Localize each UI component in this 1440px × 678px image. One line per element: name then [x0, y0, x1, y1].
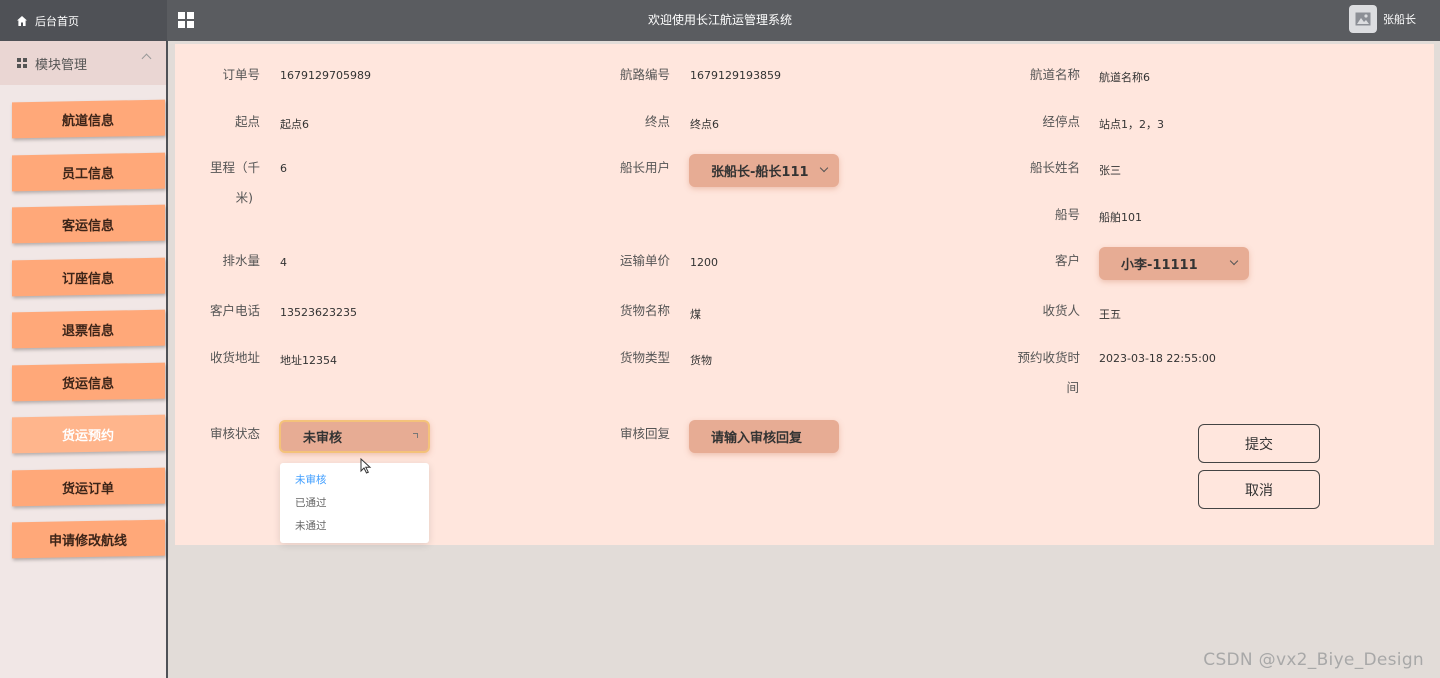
channel-name-label: 航道名称 [1029, 67, 1080, 82]
customer-select[interactable]: 小李-11111 [1099, 247, 1249, 280]
home-link[interactable]: 后台首页 [0, 0, 167, 41]
captain-user-select[interactable]: 张船长-船长111 [689, 154, 839, 187]
submit-button[interactable]: 提交 [1198, 424, 1320, 463]
sidebar-item-label: 航道信息 [62, 113, 115, 129]
review-status-value: 未审核 [303, 431, 343, 446]
sidebar-item-freight-info[interactable]: 货运信息 [12, 362, 165, 402]
sidebar-item-label: 员工信息 [62, 166, 115, 182]
avatar [1349, 5, 1377, 33]
page-title: 欢迎使用长江航运管理系统 [647, 13, 792, 27]
stops-value: 站点1，2，3 [1099, 118, 1164, 131]
mouse-cursor-icon [360, 458, 372, 474]
sidebar-item-passenger-info[interactable]: 客运信息 [12, 204, 165, 244]
mileage-label-line1: 里程（千 [209, 160, 260, 175]
sidebar-item-label: 订座信息 [62, 271, 115, 287]
captain-name-value: 张三 [1099, 164, 1121, 177]
option-approved[interactable]: 已通过 [280, 492, 429, 515]
sidebar-item-booking-info[interactable]: 订座信息 [12, 257, 165, 297]
sidebar-item-freight-reservation[interactable]: 货运预约 [12, 414, 165, 454]
order-no-value: 1679129705989 [280, 69, 371, 82]
option-unreviewed[interactable]: 未审核 [280, 469, 429, 492]
watermark: CSDN @vx2_Biye_Design [1203, 650, 1424, 670]
module-management-toggle[interactable]: 模块管理 [0, 41, 166, 85]
chevron-up-icon [141, 53, 152, 64]
receive-address-value: 地址12354 [280, 354, 337, 367]
menu-toggle-icon[interactable] [178, 12, 195, 29]
customer-phone-value: 13523623235 [280, 306, 357, 319]
customer-label: 客户 [1054, 253, 1080, 268]
chevron-down-icon [1229, 256, 1239, 266]
captain-user-value: 张船长-船长111 [711, 165, 809, 180]
sidebar-item-freight-order[interactable]: 货运订单 [12, 467, 165, 507]
review-reply-placeholder: 请输入审核回复 [711, 431, 803, 446]
captain-user-label: 船长用户 [619, 160, 670, 175]
sidebar-item-label: 退票信息 [62, 323, 115, 339]
review-status-dropdown: 未审核 已通过 未通过 [280, 463, 429, 543]
image-icon [1355, 12, 1371, 26]
ship-no-label: 船号 [1054, 207, 1080, 222]
grid-icon [17, 57, 28, 69]
end-label: 终点 [644, 114, 670, 129]
reserve-time-label-line1: 预约收货时 [1017, 350, 1080, 365]
sidebar-item-label: 申请修改航线 [49, 533, 128, 549]
cancel-button[interactable]: 取消 [1198, 470, 1320, 509]
unit-price-label: 运输单价 [619, 253, 670, 268]
chevron-down-icon [819, 163, 829, 173]
customer-phone-label: 客户电话 [209, 303, 260, 318]
sidebar-item-label: 货运预约 [62, 428, 115, 444]
review-reply-input[interactable]: 请输入审核回复 [689, 420, 839, 453]
route-no-value: 1679129193859 [690, 69, 781, 82]
reserve-time-label-line2: 间 [1066, 380, 1079, 395]
displacement-label: 排水量 [222, 253, 260, 268]
top-bar: 后台首页 欢迎使用长江航运管理系统 张船长 [0, 0, 1440, 41]
unit-price-value: 1200 [690, 256, 718, 269]
displacement-value: 4 [280, 256, 287, 269]
review-status-label: 审核状态 [209, 426, 260, 441]
sidebar-item-label: 货运订单 [62, 481, 115, 497]
stops-label: 经停点 [1042, 114, 1080, 129]
review-status-select[interactable]: 未审核 [279, 420, 430, 453]
order-no-label: 订单号 [222, 67, 260, 82]
sidebar-item-channel-info[interactable]: 航道信息 [12, 99, 165, 139]
ship-no-value: 船舶101 [1099, 211, 1142, 224]
mileage-value: 6 [280, 162, 287, 175]
home-label: 后台首页 [35, 14, 79, 28]
user-name: 张船长 [1383, 13, 1416, 26]
sidebar-item-refund-info[interactable]: 退票信息 [12, 309, 165, 349]
route-no-label: 航路编号 [619, 67, 670, 82]
sidebar-item-label: 货运信息 [62, 376, 115, 392]
review-reply-label: 审核回复 [619, 426, 670, 441]
customer-value: 小李-11111 [1121, 258, 1198, 273]
start-label: 起点 [234, 114, 260, 129]
sidebar-item-staff-info[interactable]: 员工信息 [12, 152, 165, 192]
sidebar-item-route-change-request[interactable]: 申请修改航线 [12, 519, 165, 559]
start-value: 起点6 [280, 118, 309, 131]
reserve-time-value: 2023-03-18 22:55:00 [1099, 352, 1216, 365]
home-icon [17, 15, 27, 26]
goods-type-label: 货物类型 [619, 350, 670, 365]
receiver-value: 王五 [1099, 308, 1121, 321]
option-rejected[interactable]: 未通过 [280, 515, 429, 538]
receive-address-label: 收货地址 [209, 350, 260, 365]
chevron-up-icon [413, 433, 418, 438]
goods-type-value: 货物 [690, 354, 712, 367]
receiver-label: 收货人 [1042, 303, 1080, 318]
sidebar-item-label: 客运信息 [62, 218, 115, 234]
goods-name-label: 货物名称 [619, 303, 670, 318]
channel-name-value: 航道名称6 [1099, 71, 1150, 84]
captain-name-label: 船长姓名 [1029, 160, 1080, 175]
end-value: 终点6 [690, 118, 719, 131]
module-label: 模块管理 [35, 57, 88, 73]
user-menu[interactable]: 张船长 [1349, 5, 1416, 33]
goods-name-value: 煤 [690, 308, 701, 321]
mileage-label-line2: 米) [235, 190, 253, 205]
